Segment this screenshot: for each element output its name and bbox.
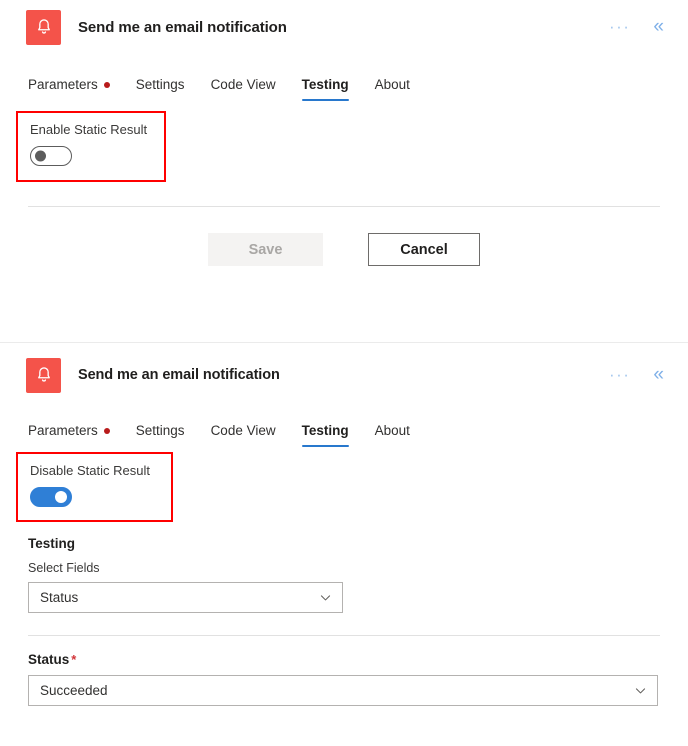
bell-icon — [26, 357, 61, 393]
disable-static-result-highlight: Disable Static Result — [16, 452, 173, 522]
tab-label: Settings — [135, 423, 185, 438]
card-title: Send me an email notification — [78, 367, 280, 383]
status-label: Status * — [28, 652, 688, 667]
tab-about[interactable]: About — [362, 423, 423, 447]
tab-testing[interactable]: Testing — [289, 423, 362, 447]
tab-label: Testing — [301, 77, 349, 92]
collapse-chevron-icon[interactable]: « — [649, 17, 668, 36]
tab-label: About — [374, 423, 410, 438]
tab-testing[interactable]: Testing — [289, 77, 362, 101]
card-header: Send me an email notification ··· « — [0, 0, 688, 50]
tab-label: About — [374, 77, 410, 92]
card-title: Send me an email notification — [78, 18, 287, 36]
tab-code-view[interactable]: Code View — [198, 423, 289, 447]
collapse-chevron-icon[interactable]: « — [649, 365, 668, 384]
static-result-toggle[interactable] — [30, 487, 72, 507]
select-fields-value: Status — [40, 590, 79, 605]
tab-change-dot-icon — [103, 81, 110, 88]
cancel-button[interactable]: Cancel — [368, 233, 480, 266]
tab-label: Parameters — [28, 423, 98, 438]
more-options-icon[interactable]: ··· — [603, 366, 636, 384]
tab-about[interactable]: About — [362, 77, 423, 101]
tab-label: Code View — [210, 77, 276, 92]
tab-settings[interactable]: Settings — [123, 77, 198, 101]
toggle-knob — [34, 150, 46, 162]
select-fields-dropdown[interactable]: Status — [28, 582, 343, 613]
action-card-panel-bottom: Send me an email notification ··· « Para… — [0, 342, 688, 746]
section-divider — [28, 206, 660, 207]
status-dropdown[interactable]: Succeeded — [28, 675, 658, 706]
toggle-knob — [55, 491, 67, 503]
tab-bar: Parameters Settings Code View Testing Ab… — [0, 423, 688, 447]
tab-label: Testing — [301, 423, 349, 438]
save-button[interactable]: Save — [208, 233, 323, 266]
enable-static-result-label: Enable Static Result — [30, 122, 148, 137]
tab-change-dot-icon — [103, 427, 110, 434]
tab-label: Settings — [135, 77, 185, 92]
tab-label: Parameters — [28, 77, 98, 92]
card-header: Send me an email notification ··· « — [0, 343, 688, 395]
status-label-text: Status — [28, 652, 70, 667]
tab-code-view[interactable]: Code View — [198, 77, 289, 101]
required-marker: * — [71, 652, 77, 667]
tab-bar: Parameters Settings Code View Testing Ab… — [0, 77, 688, 101]
chevron-down-icon — [319, 591, 332, 604]
chevron-down-icon — [634, 684, 647, 697]
testing-section-title: Testing — [28, 536, 75, 551]
tab-label: Code View — [210, 423, 276, 438]
more-options-icon[interactable]: ··· — [603, 18, 636, 36]
tab-settings[interactable]: Settings — [123, 423, 198, 447]
bell-icon — [26, 9, 61, 45]
status-value: Succeeded — [40, 683, 108, 698]
select-fields-label: Select Fields — [28, 561, 100, 575]
enable-static-result-highlight: Enable Static Result — [16, 111, 166, 182]
fields-divider — [28, 635, 660, 636]
action-buttons: Save Cancel — [0, 233, 688, 266]
action-card-panel-top: Send me an email notification ··· « Para… — [0, 0, 688, 342]
disable-static-result-label: Disable Static Result — [30, 463, 150, 478]
tab-parameters[interactable]: Parameters — [28, 77, 123, 101]
tab-parameters[interactable]: Parameters — [28, 423, 123, 447]
static-result-toggle[interactable] — [30, 146, 72, 166]
